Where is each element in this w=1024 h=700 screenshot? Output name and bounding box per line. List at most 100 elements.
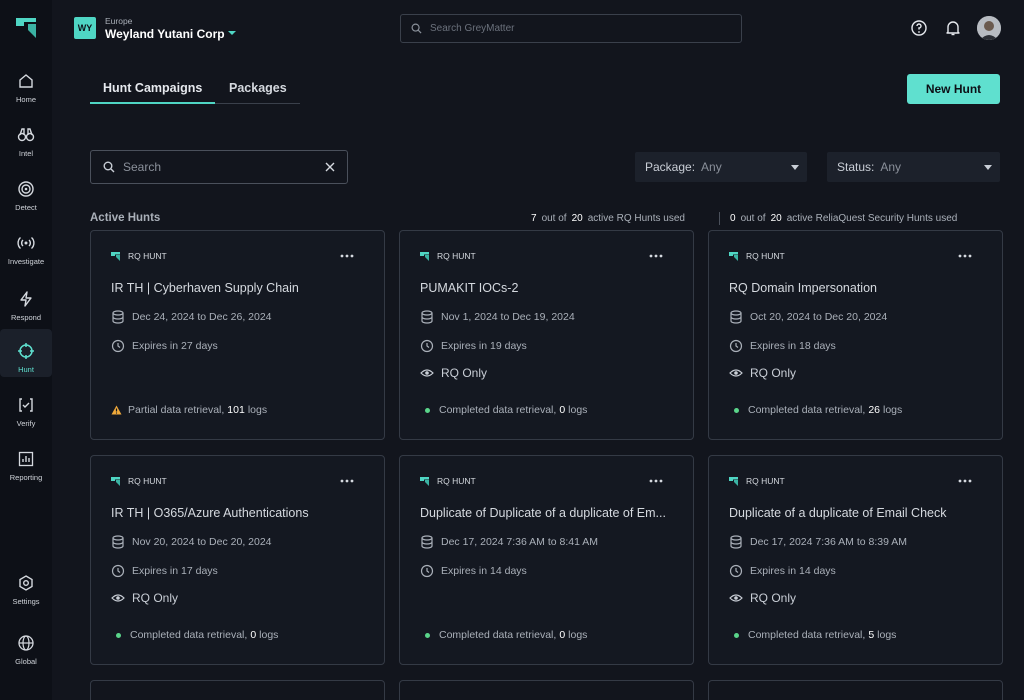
database-icon: [421, 310, 433, 324]
hunt-date-range: Nov 20, 2024 to Dec 20, 2024: [111, 535, 272, 549]
status-dot: [734, 632, 739, 638]
hunt-card[interactable]: RQ HUNT IR TH | Cyberhaven Supply Chain De…: [90, 230, 385, 440]
package-filter-label: Package:: [645, 160, 696, 174]
nav-item-home[interactable]: Home: [0, 72, 52, 104]
app-logo-icon[interactable]: [14, 16, 38, 40]
nav-item-investigate[interactable]: Investigate: [0, 234, 52, 266]
hunt-expiry: Expires in 19 days: [420, 339, 527, 353]
expiry-text: Expires in 14 days: [441, 565, 527, 577]
hunt-card[interactable]: RQ HUNT RQ Domain Impersonation Oct 20, 20…: [708, 230, 1003, 440]
date-range-text: Dec 17, 2024 7:36 AM to 8:39 AM: [750, 536, 908, 548]
database-icon: [421, 535, 433, 549]
hunt-card[interactable]: RQ HUNT PUMAKIT IOCs-2 Nov 1, 2024 to Dec …: [399, 230, 694, 440]
expiry-text: Expires in 17 days: [132, 565, 218, 577]
tab-bar: Hunt Campaigns Packages: [90, 74, 300, 104]
clock-icon: [729, 564, 743, 578]
more-options-icon[interactable]: [958, 478, 972, 484]
package-filter[interactable]: Package: Any: [635, 152, 807, 182]
nav-item-hunt[interactable]: Hunt: [0, 329, 52, 377]
global-search-input[interactable]: [430, 23, 730, 34]
status-text: Completed data retrieval,: [748, 404, 866, 416]
logs-word: logs: [247, 404, 268, 416]
status-filter[interactable]: Status: Any: [827, 152, 1000, 182]
hunt-title[interactable]: PUMAKIT IOCs-2: [420, 281, 672, 295]
retrieval-status: Completed data retrieval, 26 logs: [729, 404, 902, 416]
org-badge[interactable]: WY: [74, 17, 96, 39]
hunt-search[interactable]: [90, 150, 348, 184]
logs-word: logs: [259, 629, 279, 641]
hunt-type-label: RQ HUNT: [128, 476, 167, 486]
chevron-down-icon[interactable]: [228, 31, 236, 35]
verify-icon: [19, 398, 33, 412]
hunt-card[interactable]: RQ HUNT Duplicate of a duplicate of Email…: [708, 455, 1003, 665]
global-search[interactable]: [400, 14, 742, 43]
rq-logo-icon: [111, 476, 120, 486]
more-options-icon[interactable]: [649, 478, 663, 484]
tab-packages[interactable]: Packages: [229, 81, 287, 95]
hunt-card[interactable]: [90, 680, 385, 700]
hunt-card[interactable]: [708, 680, 1003, 700]
hunt-search-input[interactable]: [123, 160, 313, 174]
rq-only-indicator: RQ Only: [729, 366, 796, 380]
hunt-card[interactable]: RQ HUNT Duplicate of Duplicate of a dupli…: [399, 455, 694, 665]
hunt-title[interactable]: Duplicate of a duplicate of Email Check: [729, 506, 981, 520]
avatar[interactable]: [977, 16, 1001, 40]
hunt-title[interactable]: Duplicate of Duplicate of a duplicate of…: [420, 506, 672, 520]
rq-logo-icon: [111, 251, 120, 261]
sec-total-count: 20: [770, 213, 782, 224]
log-count: 5: [868, 629, 875, 641]
nav-label: Investigate: [7, 257, 45, 266]
status-dot: [425, 407, 430, 413]
more-options-icon[interactable]: [649, 253, 663, 259]
rq-logo-icon: [420, 476, 429, 486]
hunt-title[interactable]: RQ Domain Impersonation: [729, 281, 981, 295]
nav-item-detect[interactable]: Detect: [0, 180, 52, 212]
close-icon[interactable]: [325, 162, 335, 172]
hunt-card[interactable]: RQ HUNT IR TH | O365/Azure Authentication…: [90, 455, 385, 665]
nav-item-global[interactable]: Global: [0, 634, 52, 666]
new-hunt-button[interactable]: New Hunt: [907, 74, 1000, 104]
hunt-type: RQ HUNT: [111, 251, 167, 261]
hunt-title[interactable]: IR TH | Cyberhaven Supply Chain: [111, 281, 363, 295]
nav-label: Intel: [18, 149, 34, 158]
hunt-date-range: Dec 24, 2024 to Dec 26, 2024: [111, 310, 272, 324]
chevron-down-icon: [984, 165, 992, 170]
expiry-text: Expires in 18 days: [750, 340, 836, 352]
rq-logo-icon: [420, 251, 429, 261]
status-dot: [425, 632, 430, 638]
date-range-text: Nov 1, 2024 to Dec 19, 2024: [441, 311, 575, 323]
hunt-card[interactable]: [399, 680, 694, 700]
rq-only-indicator: RQ Only: [111, 591, 178, 605]
lightning-icon: [20, 291, 32, 307]
tab-hunt-campaigns[interactable]: Hunt Campaigns: [103, 81, 202, 95]
nav-item-verify[interactable]: Verify: [0, 396, 52, 428]
more-options-icon[interactable]: [340, 478, 354, 484]
nav-item-settings[interactable]: Settings: [0, 574, 52, 606]
expiry-text: Expires in 27 days: [132, 340, 218, 352]
rq-only-indicator: RQ Only: [420, 366, 487, 380]
hunt-title[interactable]: IR TH | O365/Azure Authentications: [111, 506, 363, 520]
status-dot: [116, 632, 121, 638]
rq-usage-text: active RQ Hunts used: [587, 213, 685, 224]
sec-of: out of: [740, 213, 766, 224]
security-hunt-usage: 0 out of 20 active ReliaQuest Security Hunt…: [725, 213, 957, 224]
date-range-text: Oct 20, 2024 to Dec 20, 2024: [750, 311, 888, 323]
binoculars-icon: [17, 128, 35, 142]
help-icon[interactable]: [910, 19, 928, 37]
nav-item-respond[interactable]: Respond: [0, 290, 52, 322]
eye-icon: [111, 594, 125, 602]
nav-item-intel[interactable]: Intel: [0, 126, 52, 158]
gear-icon: [19, 575, 33, 591]
nav-item-reporting[interactable]: Reporting: [0, 450, 52, 482]
status-text: Completed data retrieval,: [439, 404, 557, 416]
more-options-icon[interactable]: [958, 253, 972, 259]
more-options-icon[interactable]: [340, 253, 354, 259]
hunt-expiry: Expires in 17 days: [111, 564, 218, 578]
nav-label: Home: [15, 95, 36, 104]
eye-icon: [729, 369, 743, 377]
bell-icon[interactable]: [944, 19, 962, 37]
rq-only-label: RQ Only: [441, 366, 488, 380]
hunt-expiry: Expires in 14 days: [729, 564, 836, 578]
nav-label: Reporting: [9, 473, 43, 482]
org-name[interactable]: Weyland Yutani Corp: [105, 27, 225, 41]
